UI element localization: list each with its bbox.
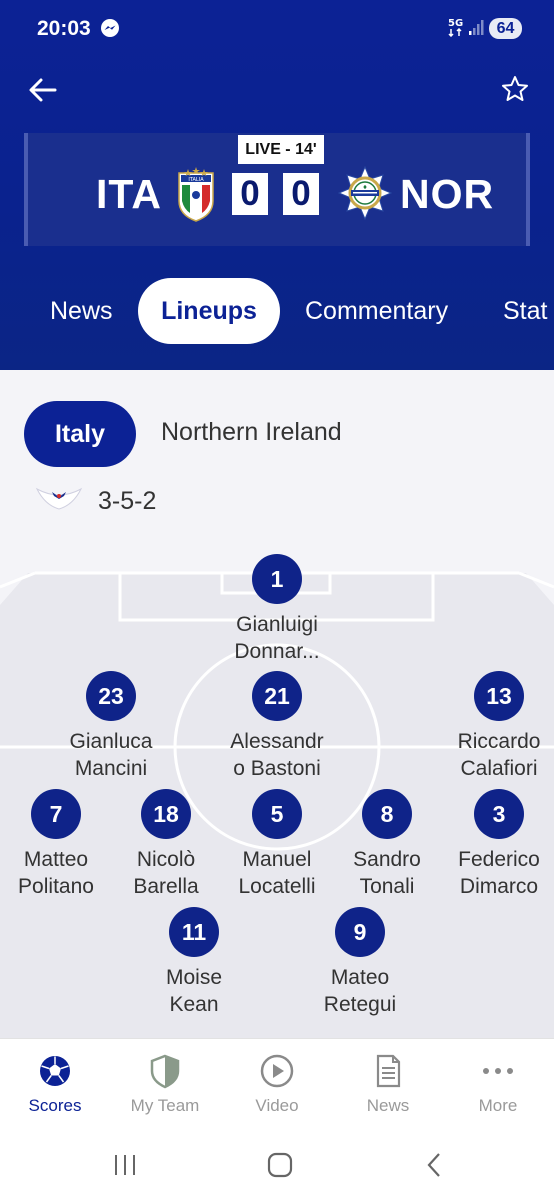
player-card-1[interactable]: 1 Gianluigi Donnar... — [212, 554, 342, 665]
more-dots-icon — [483, 1068, 513, 1074]
nav-label: News — [366, 1096, 410, 1115]
player-number: 8 — [362, 789, 412, 839]
player-card-21[interactable]: 21 Alessandr o Bastoni — [212, 671, 342, 782]
player-card-3[interactable]: 3 Federico Dimarco — [434, 789, 554, 900]
home-button-icon[interactable] — [265, 1150, 295, 1180]
recent-apps-icon[interactable] — [110, 1150, 140, 1180]
messenger-icon — [101, 19, 119, 37]
back-arrow-icon[interactable] — [25, 72, 61, 108]
tab-news[interactable]: News — [50, 278, 113, 344]
formation-label: 3-5-2 — [98, 487, 157, 515]
away-score: 0 — [283, 173, 319, 215]
player-number: 7 — [31, 789, 81, 839]
nav-label: More — [478, 1096, 518, 1115]
nav-label: Video — [255, 1096, 299, 1115]
player-card-8[interactable]: 8 Sandro Tonali — [322, 789, 452, 900]
northern-ireland-crest-icon — [337, 165, 393, 221]
player-name: Gianluca Mancini — [69, 730, 153, 780]
football-icon — [40, 1056, 70, 1086]
home-score: 0 — [232, 173, 268, 215]
system-back-icon[interactable] — [420, 1150, 450, 1180]
nav-my-team[interactable]: My Team — [110, 1039, 220, 1131]
lineups-panel: Italy Northern Ireland 3-5-2 1 Gianluigi… — [0, 370, 554, 1038]
tab-commentary[interactable]: Commentary — [305, 278, 448, 344]
player-name: Sandro Tonali — [353, 848, 421, 898]
player-card-13[interactable]: 13 Riccardo Calafiori — [434, 671, 554, 782]
player-number: 23 — [86, 671, 136, 721]
favorite-star-icon[interactable] — [500, 74, 530, 104]
match-tabs: News Lineups Commentary Stat — [0, 278, 554, 344]
player-number: 18 — [141, 789, 191, 839]
player-name: Moise Kean — [165, 966, 223, 1016]
team-kit-icon — [35, 487, 83, 510]
team-toggle-italy[interactable]: Italy — [24, 401, 136, 467]
signal-icon — [469, 20, 484, 35]
player-name: Alessandr o Bastoni — [230, 730, 324, 780]
player-card-11[interactable]: 11 Moise Kean — [129, 907, 259, 1018]
player-name: Riccardo Calafiori — [457, 730, 541, 780]
bottom-navigation: Scores My Team Video News More — [0, 1038, 554, 1130]
network-5g-icon: 5G — [448, 18, 463, 37]
player-number: 9 — [335, 907, 385, 957]
italy-crest-icon: ITALIA — [178, 167, 214, 222]
live-status-badge: LIVE - 14' — [238, 135, 324, 164]
tab-stats[interactable]: Stat — [503, 278, 547, 344]
nav-label: My Team — [130, 1096, 200, 1115]
player-name: Gianluigi Donnar... — [234, 613, 320, 663]
match-header: 20:03 5G 64 LIVE - 14' ITA ITALIA 0 0 NO… — [0, 0, 554, 370]
home-team-name: ITA — [96, 171, 163, 217]
player-card-23[interactable]: 23 Gianluca Mancini — [46, 671, 176, 782]
player-card-9[interactable]: 9 Mateo Retegui — [295, 907, 425, 1018]
document-icon — [376, 1054, 401, 1088]
status-time: 20:03 — [37, 17, 91, 40]
nav-more[interactable]: More — [443, 1039, 553, 1131]
team-toggle-northern-ireland[interactable]: Northern Ireland — [161, 418, 342, 447]
tab-lineups[interactable]: Lineups — [138, 278, 280, 344]
nav-video[interactable]: Video — [222, 1039, 332, 1131]
shield-icon — [150, 1054, 180, 1089]
svg-text:5G: 5G — [448, 18, 463, 29]
player-number: 1 — [252, 554, 302, 604]
nav-label: Scores — [28, 1096, 82, 1115]
player-number: 11 — [169, 907, 219, 957]
away-team-name: NOR — [400, 171, 495, 217]
svg-text:ITALIA: ITALIA — [188, 177, 204, 183]
nav-news[interactable]: News — [333, 1039, 443, 1131]
player-name: Mateo Retegui — [323, 966, 397, 1016]
play-icon — [260, 1054, 294, 1088]
status-bar: 20:03 5G 64 — [0, 0, 554, 58]
player-name: Federico Dimarco — [458, 848, 540, 898]
scoreboard[interactable]: LIVE - 14' ITA ITALIA 0 0 NOR — [24, 133, 530, 246]
battery-icon: 64 — [489, 18, 522, 39]
player-number: 5 — [252, 789, 302, 839]
player-number: 21 — [252, 671, 302, 721]
nav-scores[interactable]: Scores — [0, 1039, 110, 1131]
system-navigation-bar — [0, 1130, 554, 1200]
player-number: 13 — [474, 671, 524, 721]
player-number: 3 — [474, 789, 524, 839]
